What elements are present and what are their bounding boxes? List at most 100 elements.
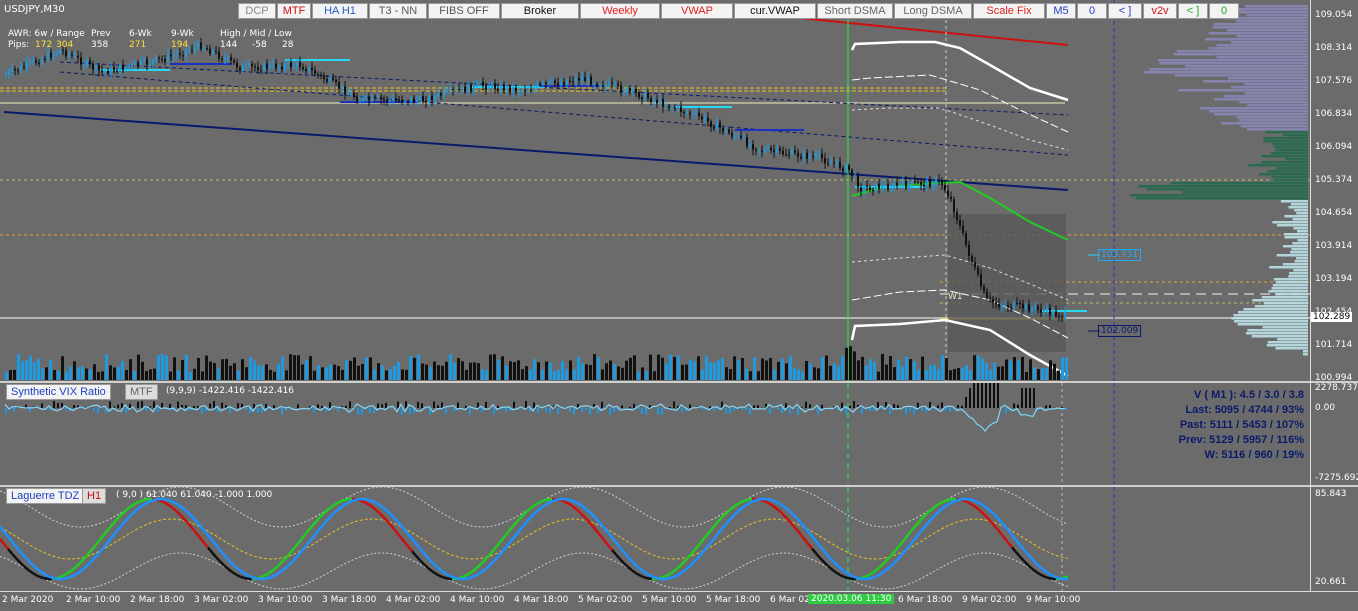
candle-body <box>680 106 682 112</box>
candle-body <box>356 97 358 101</box>
candle-body <box>50 53 52 58</box>
laguerre-segment <box>472 569 476 572</box>
volume-bar <box>177 371 180 380</box>
volume-bar <box>417 354 420 380</box>
volume-bar <box>881 354 884 380</box>
toolbar-button-1[interactable]: MTF <box>277 3 311 19</box>
candle-body <box>392 98 394 100</box>
profile-bar <box>1284 236 1308 239</box>
laguerre-name-box[interactable]: Laguerre TDZ <box>6 488 84 504</box>
candle-body <box>812 156 814 157</box>
laguerre-segment <box>288 551 292 556</box>
volume-bar <box>137 355 140 380</box>
volume-bar <box>965 365 968 380</box>
candle-body <box>458 89 460 90</box>
candle-body <box>866 186 868 187</box>
laguerre-segment <box>4 544 8 549</box>
candle-body <box>227 57 229 58</box>
candle-body <box>527 90 529 91</box>
toolbar-button-7[interactable]: VWAP <box>661 3 733 19</box>
toolbar-button-17[interactable]: 0 <box>1209 3 1239 19</box>
laguerre-segment <box>700 539 704 544</box>
toolbar-button-9[interactable]: Short DSMA <box>817 3 893 19</box>
toolbar-button-2[interactable]: HA H1 <box>312 3 368 19</box>
toolbar-button-0[interactable]: DCP <box>238 3 276 19</box>
candle-body <box>800 157 802 159</box>
candle-body <box>11 69 13 72</box>
price-chart-pane[interactable]: USDJPY,M30 AWR: 6w / Range Prev 6-Wk 9-W… <box>0 0 1310 381</box>
volume-bar <box>1017 360 1020 380</box>
vix-bar <box>1061 407 1063 408</box>
toolbar-button-8[interactable]: cur.VWAP <box>734 3 816 19</box>
profile-bar <box>1276 281 1308 284</box>
vix-bar <box>1049 405 1051 408</box>
toolbar-button-6[interactable]: Weekly <box>580 3 660 19</box>
candle-body <box>446 90 448 91</box>
profile-bar <box>1231 86 1308 89</box>
laguerre-segment <box>592 525 596 530</box>
volume-bar <box>325 367 328 380</box>
price-axis[interactable]: 109.054108.314107.576106.834106.094105.3… <box>1310 0 1358 592</box>
candle-body <box>806 153 808 159</box>
candle-body <box>926 180 928 186</box>
laguerre-segment <box>932 506 936 509</box>
vix-tf-box[interactable]: MTF <box>125 384 158 400</box>
candle-body <box>731 133 733 137</box>
candle-body <box>434 96 436 101</box>
candle-body <box>395 98 397 100</box>
candle-body <box>341 86 343 88</box>
lag-axis-bottom: 20.661 <box>1315 577 1347 587</box>
volume-bar <box>481 369 484 380</box>
profile-bar <box>1138 185 1308 188</box>
stat-194: 194 <box>171 40 188 50</box>
candle-body <box>53 54 55 58</box>
profile-bar <box>1177 50 1308 53</box>
toolbar-button-10[interactable]: Long DSMA <box>894 3 972 19</box>
laguerre-segment <box>412 551 416 556</box>
candle-body <box>98 65 100 70</box>
volume-bar <box>853 351 856 380</box>
profile-bar <box>1200 107 1308 110</box>
volume-bar <box>469 363 472 380</box>
toolbar-button-15[interactable]: v2v <box>1143 3 1177 19</box>
volume-bar <box>1005 360 1008 380</box>
profile-bar <box>1276 167 1308 170</box>
profile-bar <box>1255 305 1308 308</box>
volume-bar <box>981 358 984 380</box>
profile-bar <box>1216 44 1308 47</box>
candle-body <box>827 163 829 164</box>
volume-bar <box>937 369 940 380</box>
laguerre-segment <box>644 577 648 578</box>
profile-bar <box>1209 32 1308 35</box>
toolbar-button-12[interactable]: M5 <box>1046 3 1076 19</box>
laguerre-tf-box[interactable]: H1 <box>82 488 106 504</box>
candle-body <box>722 128 724 132</box>
volume-bar <box>605 363 608 380</box>
volume-bar <box>285 370 288 380</box>
candle-body <box>377 97 379 98</box>
price-tick: 106.094 <box>1315 142 1352 152</box>
profile-bar <box>1233 314 1308 317</box>
toolbar-button-16[interactable]: < ] <box>1178 3 1208 19</box>
vix-name-box[interactable]: Synthetic VIX Ratio <box>6 384 111 400</box>
laguerre-segment <box>400 536 404 541</box>
volume-bar <box>553 371 556 380</box>
candle-body <box>1049 308 1051 315</box>
toolbar-button-14[interactable]: < ] <box>1108 3 1142 19</box>
toolbar-button-11[interactable]: Scale Fix <box>973 3 1045 19</box>
toolbar-button-13[interactable]: 0 <box>1077 3 1107 19</box>
laguerre-pane[interactable]: Laguerre TDZ H1 ( 9,0 ) 61.040 61.040 -1… <box>0 487 1310 591</box>
toolbar-button-4[interactable]: FIBS OFF <box>428 3 500 19</box>
laguerre-segment <box>572 506 576 509</box>
stat-6wk-label: 6-Wk <box>129 29 152 39</box>
candle-body <box>536 84 538 87</box>
vix-pane[interactable]: Synthetic VIX Ratio MTF (9,9,9) -1422.41… <box>0 383 1310 484</box>
vix-bar <box>1045 405 1047 408</box>
stat-304: 304 <box>56 40 73 50</box>
time-axis[interactable]: 9 Mar 10:009 Mar 02:006 Mar 18:006 Mar 0… <box>0 591 1358 611</box>
toolbar-button-5[interactable]: Broker <box>501 3 579 19</box>
volume-bar <box>549 363 552 380</box>
candle-body <box>35 60 37 62</box>
toolbar-button-3[interactable]: T3 - NN <box>369 3 427 19</box>
candle-body <box>257 67 259 70</box>
